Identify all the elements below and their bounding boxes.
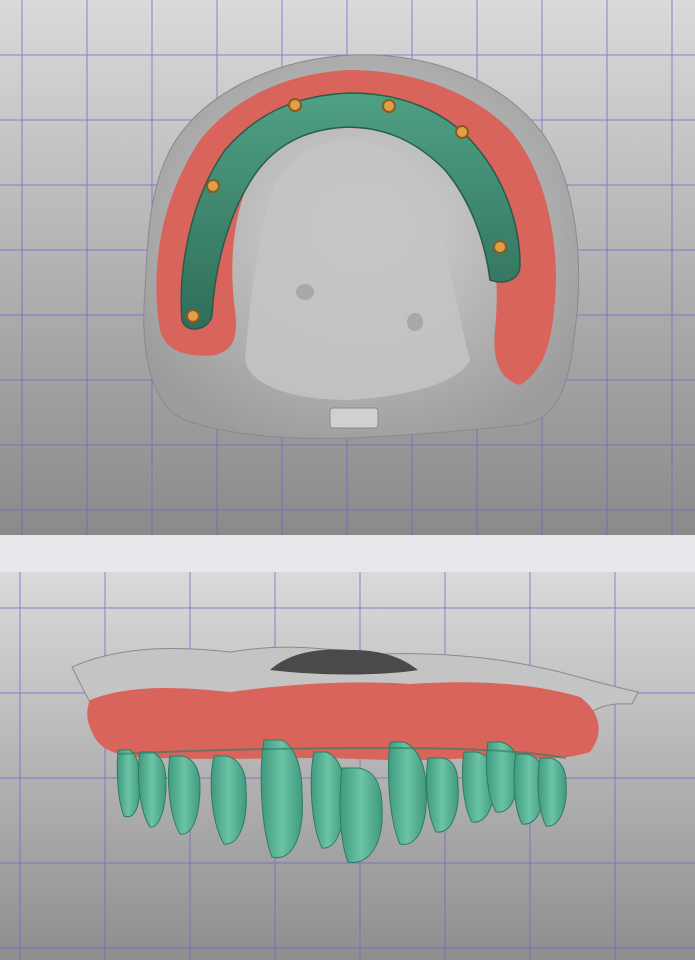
tooth-5: [260, 739, 303, 859]
frontal-scene: [0, 572, 695, 960]
gypsum-detail-2: [407, 313, 423, 331]
implant-screw-5: [455, 125, 469, 139]
implant-screw-2: [206, 179, 220, 193]
viewport-divider: [0, 535, 695, 572]
implant-screw-6: [493, 240, 507, 254]
viewport-background: [0, 572, 695, 960]
occlusal-scene: [0, 0, 695, 535]
frontal-viewport[interactable]: [0, 572, 695, 960]
tooth-1: [116, 749, 141, 818]
implant-screw-1: [186, 309, 200, 323]
gypsum-detail-1: [296, 284, 314, 300]
gypsum-base-notch: [329, 407, 379, 429]
occlusal-viewport[interactable]: [0, 0, 695, 535]
implant-screw-3: [288, 98, 302, 112]
implant-screw-4: [382, 99, 396, 113]
